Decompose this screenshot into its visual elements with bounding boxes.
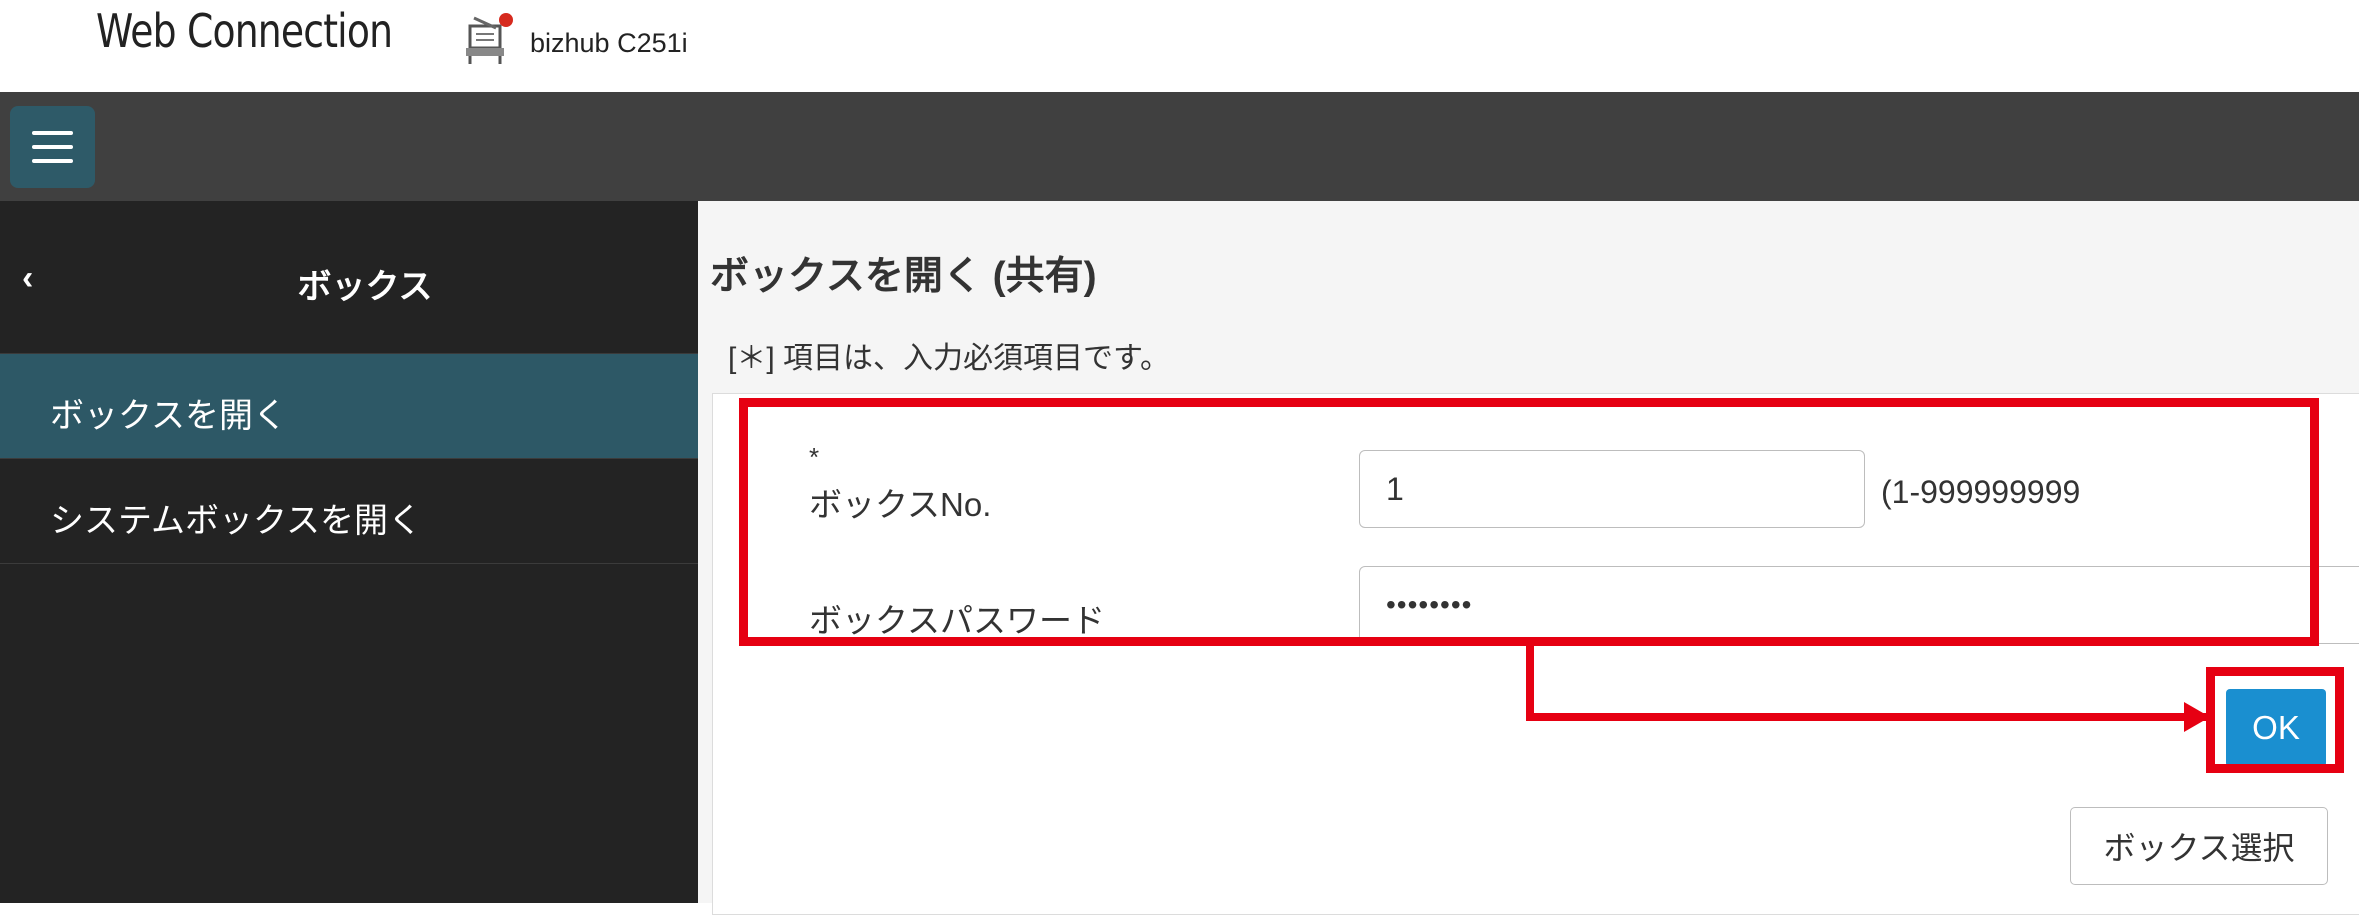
sidebar-item-label: システムボックスを開く [50, 502, 422, 540]
hamburger-menu-icon [32, 131, 73, 135]
box-select-button[interactable]: ボックス選択 [2070, 807, 2328, 885]
device-name: bizhub C251i [530, 28, 688, 58]
printer-icon [466, 13, 513, 64]
header: Web Connection bizhub C251i [0, 0, 2359, 92]
hamburger-menu-button[interactable] [10, 106, 95, 188]
connector-line-vertical [1526, 642, 1534, 721]
connector-line-horizontal [1526, 713, 2206, 721]
sidebar-item-label: ボックスを開く [50, 397, 287, 435]
sidebar-header: ボックス ‹ [0, 201, 698, 354]
sidebar-title: ボックス [297, 268, 433, 306]
arrow-right-icon [2184, 702, 2210, 732]
sidebar: ボックス ‹ ボックスを開く システムボックスを開く [0, 201, 698, 903]
highlight-form-box [739, 398, 2319, 646]
toolbar [0, 92, 2359, 201]
chevron-left-icon[interactable]: ‹ [22, 259, 33, 298]
page-title: ボックスを開く (共有) [710, 255, 1097, 298]
app-title: Web Connection [96, 4, 393, 58]
sidebar-item-open-system-box[interactable]: システムボックスを開く [0, 459, 698, 564]
sidebar-item-open-box[interactable]: ボックスを開く [0, 354, 698, 459]
highlight-ok-box [2206, 667, 2344, 773]
required-note: [＊] 項目は、入力必須項目です。 [728, 342, 1171, 375]
